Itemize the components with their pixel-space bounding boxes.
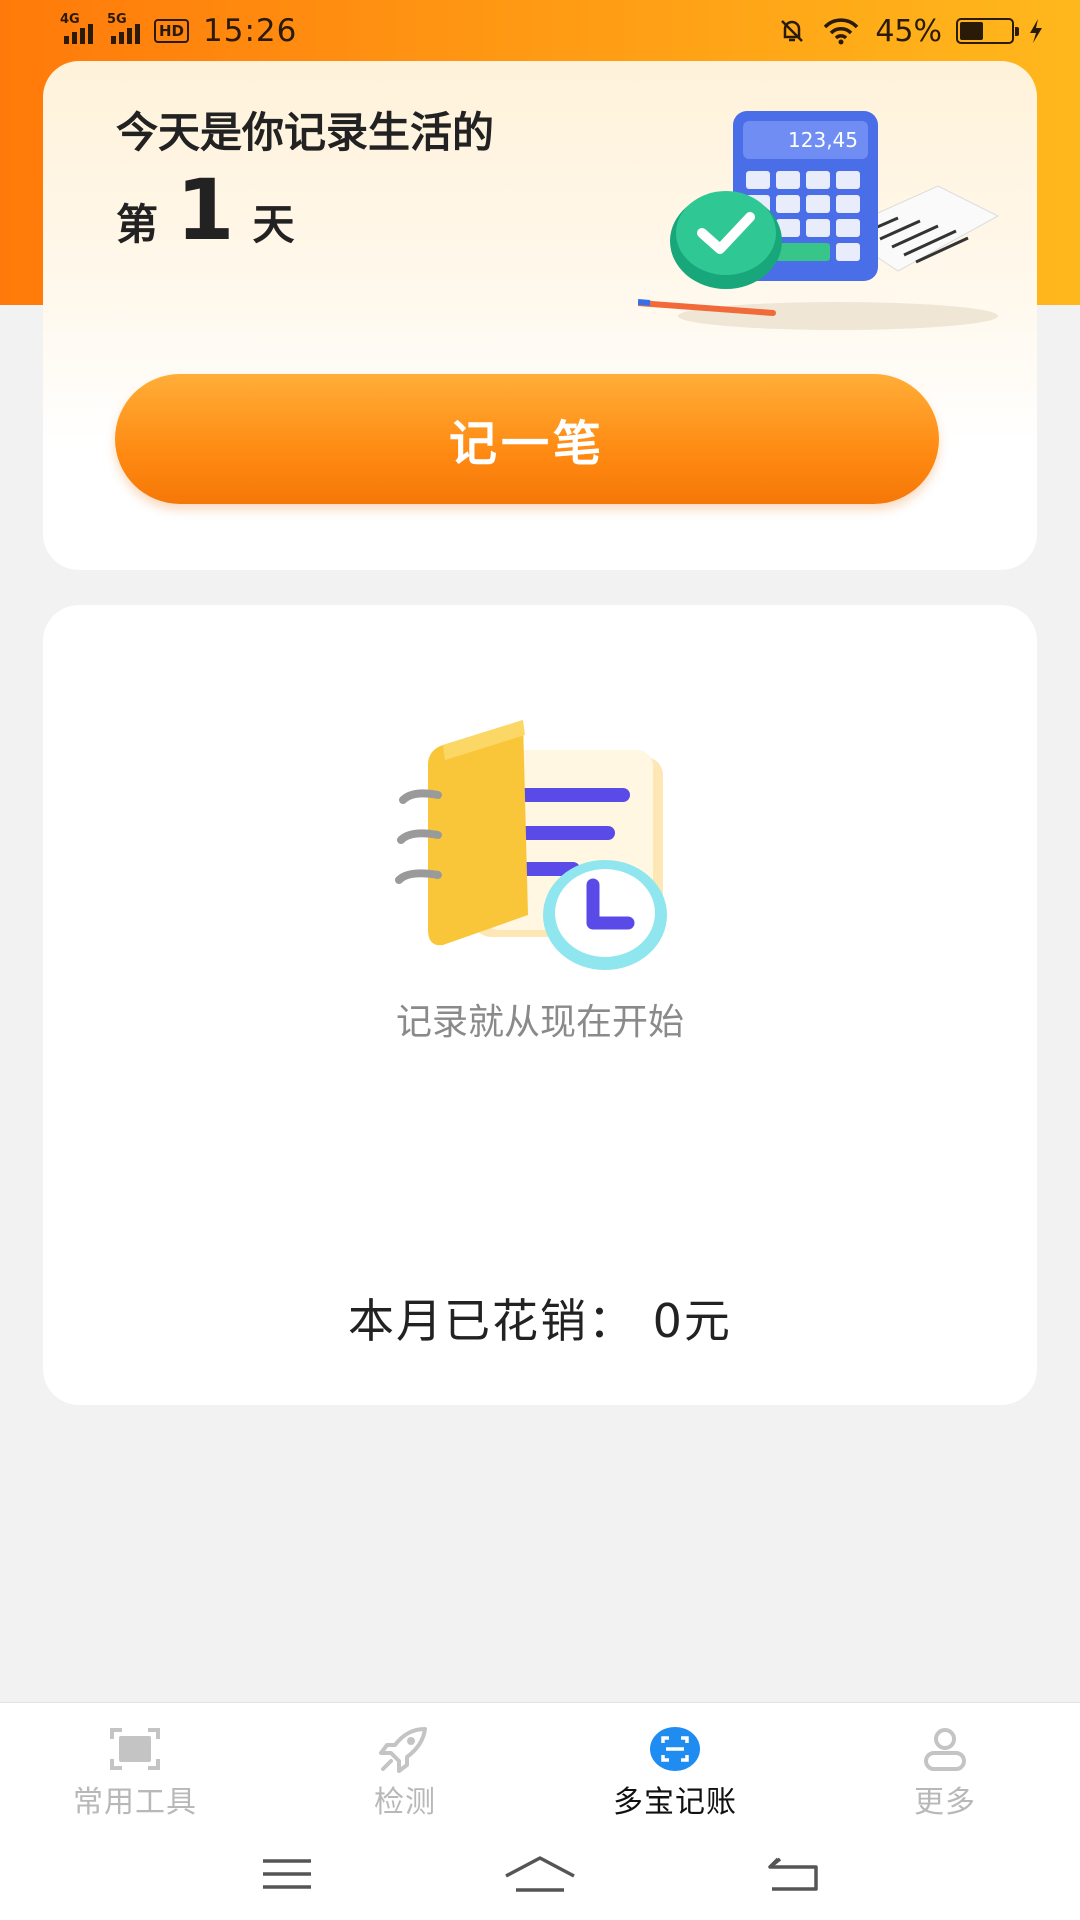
- calculator-display: 123,45: [788, 128, 858, 152]
- greeting-line: 今天是你记录生活的: [116, 108, 495, 157]
- menu-icon: [262, 1858, 311, 1889]
- battery-icon: [956, 18, 1019, 44]
- status-left: 4G 5G HD 15:26: [60, 12, 298, 49]
- ledger-scan-icon: [650, 1727, 700, 1771]
- charging-bolt-icon: [1030, 19, 1042, 43]
- calculator-illustration: 123,45: [638, 111, 1000, 330]
- tab-label: 检测: [374, 1785, 436, 1820]
- tab-detect[interactable]: 检测: [270, 1703, 540, 1827]
- menu-button[interactable]: [247, 1844, 327, 1904]
- summary-card: 记录就从现在开始 本月已花销： 0元: [43, 605, 1037, 1405]
- tab-more[interactable]: 更多: [810, 1703, 1080, 1827]
- tab-label: 常用工具: [73, 1785, 197, 1820]
- monthly-spent: 本月已花销： 0元: [348, 1294, 732, 1348]
- record-entry-button[interactable]: 记一笔: [115, 374, 939, 504]
- notebook-clock-illustration: [395, 720, 667, 970]
- system-nav-bar: [0, 1827, 1080, 1920]
- scan-frame-icon: [110, 1728, 160, 1770]
- back-icon: [768, 1857, 819, 1891]
- day-count: 1: [176, 161, 235, 259]
- day-prefix: 第: [116, 200, 159, 249]
- day-count-line: 第 1 天: [116, 165, 494, 255]
- clock: 15:26: [203, 13, 298, 49]
- rocket-icon: [379, 1727, 427, 1773]
- tab-tools[interactable]: 常用工具: [0, 1703, 270, 1827]
- home-button[interactable]: [500, 1844, 580, 1904]
- wifi-icon: [824, 18, 859, 45]
- status-bar: 4G 5G HD 15:26 45%: [0, 0, 1080, 62]
- status-right: 45%: [777, 14, 1044, 49]
- mute-bell-icon: [781, 20, 804, 42]
- battery-level: [960, 22, 983, 40]
- tab-label: 更多: [914, 1785, 976, 1820]
- person-icon: [924, 1728, 966, 1771]
- battery-percent: 45%: [875, 13, 942, 49]
- back-button[interactable]: [753, 1844, 833, 1904]
- tab-label: 多宝记账: [613, 1785, 737, 1820]
- signal-5g-icon: 5G: [107, 12, 140, 44]
- bottom-tab-bar: 常用工具 检测 多宝记账 更多: [0, 1702, 1080, 1827]
- home-icon: [505, 1855, 575, 1892]
- hd-badge: HD: [154, 19, 190, 43]
- day-suffix: 天: [252, 200, 295, 249]
- streak-greeting: 今天是你记录生活的 第 1 天: [116, 103, 494, 255]
- tab-ledger[interactable]: 多宝记账: [540, 1703, 810, 1827]
- signal-4g-icon: 4G: [60, 12, 93, 44]
- empty-state-text: 记录就从现在开始: [395, 1002, 684, 1043]
- streak-card: 今天是你记录生活的 第 1 天 123,45 记一笔: [43, 61, 1037, 570]
